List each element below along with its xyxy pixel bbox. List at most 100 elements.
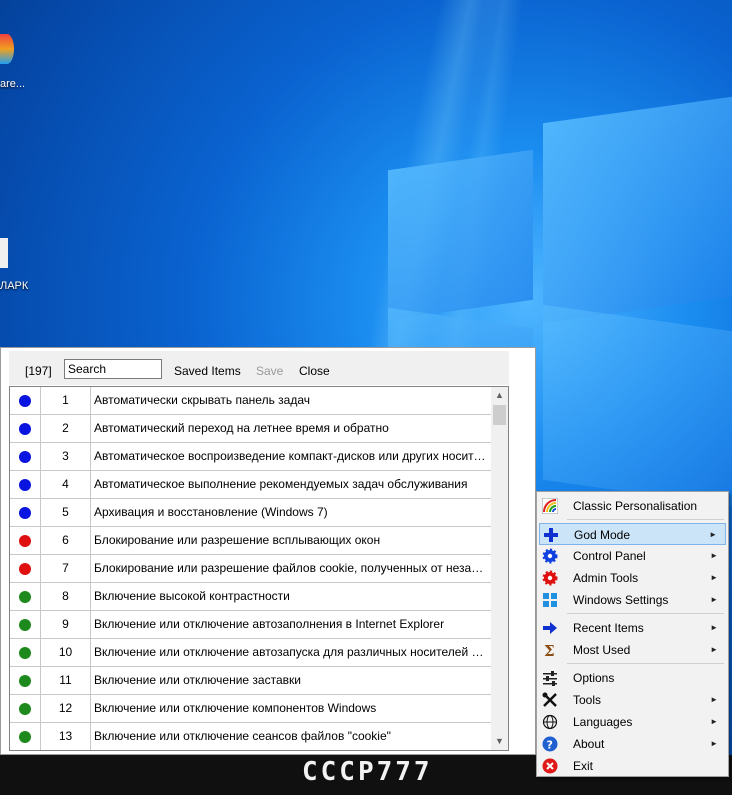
menu-item-tools[interactable]: Tools ► <box>539 689 726 711</box>
blue-gear-icon <box>542 548 558 564</box>
globe-icon <box>542 714 558 730</box>
scroll-down-icon[interactable]: ▼ <box>491 733 508 750</box>
status-dot-icon <box>19 535 31 547</box>
status-cell <box>10 499 41 526</box>
desktop-shortcut[interactable]: ЛАРК <box>0 236 30 296</box>
row-name: Включение или отключение сеансов файлов … <box>94 729 391 743</box>
submenu-arrow-icon: ► <box>710 595 718 604</box>
menu-item-label: Options <box>573 671 615 685</box>
submenu-arrow-icon: ► <box>710 645 718 654</box>
vertical-scrollbar[interactable]: ▲ ▼ <box>491 387 508 750</box>
row-number: 6 <box>41 527 91 554</box>
menu-item-languages[interactable]: Languages ► <box>539 711 726 733</box>
sliders-icon <box>542 670 558 686</box>
row-name: Архивация и восстановление (Windows 7) <box>94 505 328 519</box>
tools-icon <box>542 692 558 708</box>
menu-item-control-panel[interactable]: Control Panel ► <box>539 545 726 567</box>
settings-list-window: [197] Saved Items Save Close 1Автоматиче… <box>0 347 536 755</box>
submenu-arrow-icon: ► <box>710 739 718 748</box>
status-dot-icon <box>19 675 31 687</box>
saved-items-button[interactable]: Saved Items <box>174 364 241 378</box>
status-dot-icon <box>19 591 31 603</box>
submenu-arrow-icon: ► <box>710 551 718 560</box>
menu-item-recent-items[interactable]: Recent Items ► <box>539 617 726 639</box>
table-row[interactable]: 11 Включение или отключение заставки <box>10 667 491 695</box>
search-input[interactable] <box>64 359 162 379</box>
table-row[interactable]: 6 Блокирование или разрешение всплывающих… <box>10 527 491 555</box>
menu-item-label: Languages <box>573 715 633 729</box>
row-name: Включение высокой контрастности <box>94 589 290 603</box>
table-row[interactable]: 8 Включение высокой контрастности <box>10 583 491 611</box>
app-icon <box>0 34 14 64</box>
menu-item-god-mode[interactable]: God Mode ► <box>539 523 726 545</box>
row-name: Включение или отключение автозапуска для… <box>94 645 488 659</box>
status-cell <box>10 723 41 750</box>
table-row[interactable]: 2 Автоматический переход на летнее время … <box>10 415 491 443</box>
status-cell <box>10 415 41 442</box>
row-number: 1 <box>41 387 91 414</box>
row-number: 5 <box>41 499 91 526</box>
status-cell <box>10 611 41 638</box>
menu-item-about[interactable]: ? About ► <box>539 733 726 755</box>
windows-logo-icon <box>542 592 558 608</box>
menu-item-classic-personalisation[interactable]: Classic Personalisation <box>539 495 726 517</box>
status-cell <box>10 667 41 694</box>
scroll-thumb[interactable] <box>493 405 506 425</box>
table-row[interactable]: 3 Автоматическое воспроизведение компакт-… <box>10 443 491 471</box>
row-number: 9 <box>41 611 91 638</box>
menu-item-most-used[interactable]: Σ Most Used ► <box>539 639 726 661</box>
menu-item-label: Control Panel <box>573 549 646 563</box>
row-name: Блокирование или разрешение всплывающих … <box>94 533 381 547</box>
plus-icon <box>543 527 559 543</box>
row-name: Автоматический переход на летнее время и… <box>94 421 389 435</box>
row-name: Автоматическое выполнение рекомендуемых … <box>94 477 468 491</box>
status-dot-icon <box>19 647 31 659</box>
table-row[interactable]: 1 Автоматически скрывать панель задач <box>10 387 491 415</box>
row-number: 10 <box>41 639 91 666</box>
menu-item-windows-settings[interactable]: Windows Settings ► <box>539 589 726 611</box>
status-dot-icon <box>19 563 31 575</box>
tray-context-menu: Classic Personalisation God Mode ► Control … <box>536 491 729 777</box>
submenu-arrow-icon: ► <box>710 573 718 582</box>
help-icon: ? <box>542 736 558 752</box>
table-row[interactable]: 12 Включение или отключение компонентов W… <box>10 695 491 723</box>
row-name: Включение или отключение заставки <box>94 673 301 687</box>
status-dot-icon <box>19 451 31 463</box>
table-row[interactable]: 13 Включение или отключение сеансов файло… <box>10 723 491 750</box>
row-number: 8 <box>41 583 91 610</box>
toolbar: [197] Saved Items Save Close <box>9 351 509 385</box>
table-row[interactable]: 9 Включение или отключение автозаполнения… <box>10 611 491 639</box>
status-cell <box>10 583 41 610</box>
row-number: 13 <box>41 723 91 750</box>
save-button[interactable]: Save <box>256 364 283 378</box>
item-count: [197] <box>25 364 52 378</box>
status-cell <box>10 639 41 666</box>
row-name: Автоматическое воспроизведение компакт-д… <box>94 449 488 463</box>
rainbow-icon <box>541 497 559 515</box>
submenu-arrow-icon: ► <box>709 530 717 539</box>
desktop-shortcut[interactable]: are... <box>0 30 30 90</box>
status-dot-icon <box>19 703 31 715</box>
status-cell <box>10 387 41 414</box>
menu-item-label: About <box>573 737 605 751</box>
table-row[interactable]: 5 Архивация и восстановление (Windows 7) <box>10 499 491 527</box>
status-dot-icon <box>19 423 31 435</box>
menu-item-exit[interactable]: Exit <box>539 755 726 777</box>
scroll-up-icon[interactable]: ▲ <box>491 387 508 404</box>
status-cell <box>10 555 41 582</box>
arrow-right-icon <box>542 620 558 636</box>
desktop-shortcut-label: ЛАРК <box>0 280 29 292</box>
menu-item-admin-tools[interactable]: Admin Tools ► <box>539 567 726 589</box>
menu-item-label: God Mode <box>574 528 631 542</box>
menu-separator <box>567 613 724 614</box>
windows-logo-pane <box>543 304 732 507</box>
row-number: 2 <box>41 415 91 442</box>
table-row[interactable]: 7 Блокирование или разрешение файлов cook… <box>10 555 491 583</box>
table-row[interactable]: 10 Включение или отключение автозапуска д… <box>10 639 491 667</box>
table-row[interactable]: 4 Автоматическое выполнение рекомендуемых… <box>10 471 491 499</box>
document-icon <box>0 238 8 268</box>
menu-item-options[interactable]: Options <box>539 667 726 689</box>
status-cell <box>10 471 41 498</box>
row-number: 7 <box>41 555 91 582</box>
close-button[interactable]: Close <box>299 364 330 378</box>
